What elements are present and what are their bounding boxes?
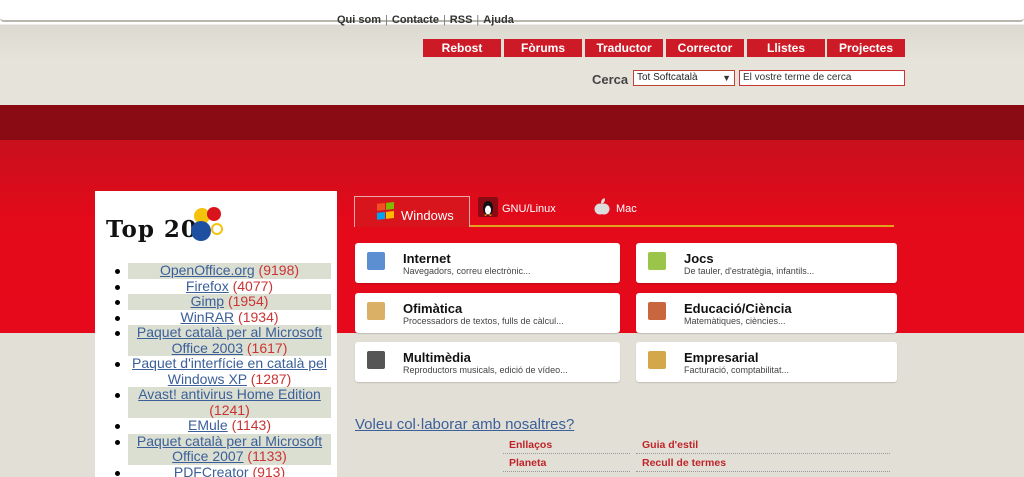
download-count: (4077)	[232, 277, 274, 294]
games-icon	[648, 252, 666, 270]
download-count: (1133)	[247, 448, 287, 464]
link-ajuda[interactable]: Ajuda	[483, 14, 514, 26]
link-guia-estil[interactable]: Guia d'estil	[642, 439, 698, 451]
category-title: Empresarial	[684, 350, 759, 365]
search-input[interactable]: El vostre terme de cerca	[739, 70, 905, 86]
multimedia-icon	[367, 351, 385, 369]
nav-traductor[interactable]: Traductor	[585, 39, 663, 57]
category-title: Ofimàtica	[403, 301, 463, 316]
download-count: (9198)	[258, 262, 300, 278]
divider	[636, 471, 890, 472]
top20-panel: Top 20 OpenOffice.org (9198) Firefox (40…	[95, 191, 337, 477]
top20-link[interactable]: Firefox	[186, 278, 229, 294]
top20-link[interactable]: PDFCreator	[174, 464, 249, 477]
top-links: Qui som | Contacte | RSS | Ajuda	[337, 14, 514, 26]
business-icon	[648, 351, 666, 369]
list-item: Paquet català per al Microsoft Office 20…	[107, 433, 332, 465]
top20-link[interactable]: Paquet català per al Microsoft Office 20…	[137, 433, 322, 465]
category-title: Educació/Ciència	[684, 301, 792, 316]
category-desc: Matemàtiques, ciències...	[684, 316, 786, 326]
link-planeta[interactable]: Planeta	[509, 457, 546, 469]
nav-llistes[interactable]: Llistes	[747, 39, 825, 57]
top20-list: OpenOffice.org (9198) Firefox (4077) Gim…	[107, 262, 332, 477]
link-enllacos[interactable]: Enllaços	[509, 439, 552, 451]
list-item: Gimp (1954)	[107, 293, 332, 310]
download-count: (1143)	[231, 417, 271, 433]
category-title: Multimèdia	[403, 350, 471, 365]
category-ofimatica[interactable]: Ofimàtica Processadors de textos, fulls …	[355, 293, 620, 333]
list-item: Firefox (4077)	[107, 277, 332, 295]
nav-projectes[interactable]: Projectes	[827, 39, 905, 57]
category-jocs[interactable]: Jocs De tauler, d'estratègia, infantils.…	[636, 243, 897, 283]
top20-link[interactable]: Paquet català per al Microsoft Office 20…	[137, 324, 322, 356]
divider	[503, 453, 630, 454]
tab-windows-label: Windows	[401, 208, 454, 223]
top20-link[interactable]: Paquet d'interfície en català pel Window…	[132, 355, 327, 387]
tab-windows[interactable]: Windows	[354, 196, 470, 227]
tux-icon	[478, 197, 498, 217]
windows-icon	[377, 202, 394, 220]
link-recull-termes[interactable]: Recull de termes	[642, 457, 726, 469]
list-item: OpenOffice.org (9198)	[107, 262, 332, 279]
list-item: Avast! antivirus Home Edition (1241)	[107, 386, 332, 418]
category-title: Internet	[403, 251, 451, 266]
download-count: (1617)	[246, 339, 288, 356]
category-empresarial[interactable]: Empresarial Facturació, comptabilitat...	[636, 342, 897, 382]
tab-mac-label: Mac	[616, 203, 637, 215]
search-scope-select[interactable]: Tot Softcatalà ▼	[633, 70, 735, 86]
collaborate-link[interactable]: Voleu col·laborar amb nosaltres?	[355, 416, 574, 433]
download-count: (1241)	[209, 401, 250, 418]
top20-link[interactable]: WinRAR	[180, 309, 234, 325]
list-item: PDFCreator (913)	[107, 463, 332, 477]
chevron-down-icon: ▼	[722, 73, 731, 83]
list-item: Paquet català per al Microsoft Office 20…	[107, 324, 332, 356]
top20-link[interactable]: Gimp	[191, 293, 224, 309]
office-icon	[367, 302, 385, 320]
list-item: EMule (1143)	[107, 417, 332, 434]
download-count: (1954)	[227, 293, 269, 309]
download-count: (913)	[252, 463, 286, 477]
softcatala-logo-icon	[191, 207, 223, 241]
category-desc: De tauler, d'estratègia, infantils...	[684, 266, 815, 276]
divider	[636, 453, 890, 454]
os-tabs: Windows GNU/Linux Mac	[354, 195, 894, 227]
category-desc: Facturació, comptabilitat...	[684, 365, 790, 375]
top20-link[interactable]: OpenOffice.org	[160, 262, 255, 278]
nav-forums[interactable]: Fòrums	[504, 39, 582, 57]
nav-rebost[interactable]: Rebost	[423, 39, 501, 57]
list-item: Paquet d'interfície en català pel Window…	[107, 355, 332, 387]
apple-icon	[594, 198, 610, 215]
link-rss[interactable]: RSS	[450, 14, 473, 26]
search-label: Cerca	[592, 72, 629, 87]
tab-gnu-linux[interactable]: GNU/Linux	[476, 195, 576, 227]
category-desc: Processadors de textos, fulls de càlcul.…	[403, 316, 564, 326]
top20-title: Top 20	[106, 216, 198, 243]
category-title: Jocs	[684, 251, 714, 266]
tab-gnu-linux-label: GNU/Linux	[502, 203, 556, 215]
nav-corrector[interactable]: Corrector	[666, 39, 744, 57]
divider	[503, 471, 630, 472]
internet-icon	[367, 252, 385, 270]
tab-mac[interactable]: Mac	[590, 195, 670, 227]
category-educacio-ciencia[interactable]: Educació/Ciència Matemàtiques, ciències.…	[636, 293, 897, 333]
search-scope-value: Tot Softcatalà	[637, 72, 698, 83]
top20-link[interactable]: EMule	[188, 417, 228, 433]
list-item: WinRAR (1934)	[107, 308, 332, 326]
download-count: (1287)	[250, 370, 292, 387]
category-desc: Navegadors, correu electrònic...	[403, 266, 531, 276]
dark-red-band	[0, 105, 1024, 140]
link-qui-som[interactable]: Qui som	[337, 14, 381, 26]
category-internet[interactable]: Internet Navegadors, correu electrònic..…	[355, 243, 620, 283]
category-multimedia[interactable]: Multimèdia Reproductors musicals, edició…	[355, 342, 620, 382]
category-desc: Reproductors musicals, edició de vídeo..…	[403, 365, 568, 375]
link-contacte[interactable]: Contacte	[392, 14, 439, 26]
download-count: (1934)	[238, 308, 279, 325]
education-icon	[648, 302, 666, 320]
top20-link[interactable]: Avast! antivirus Home Edition	[138, 386, 321, 402]
